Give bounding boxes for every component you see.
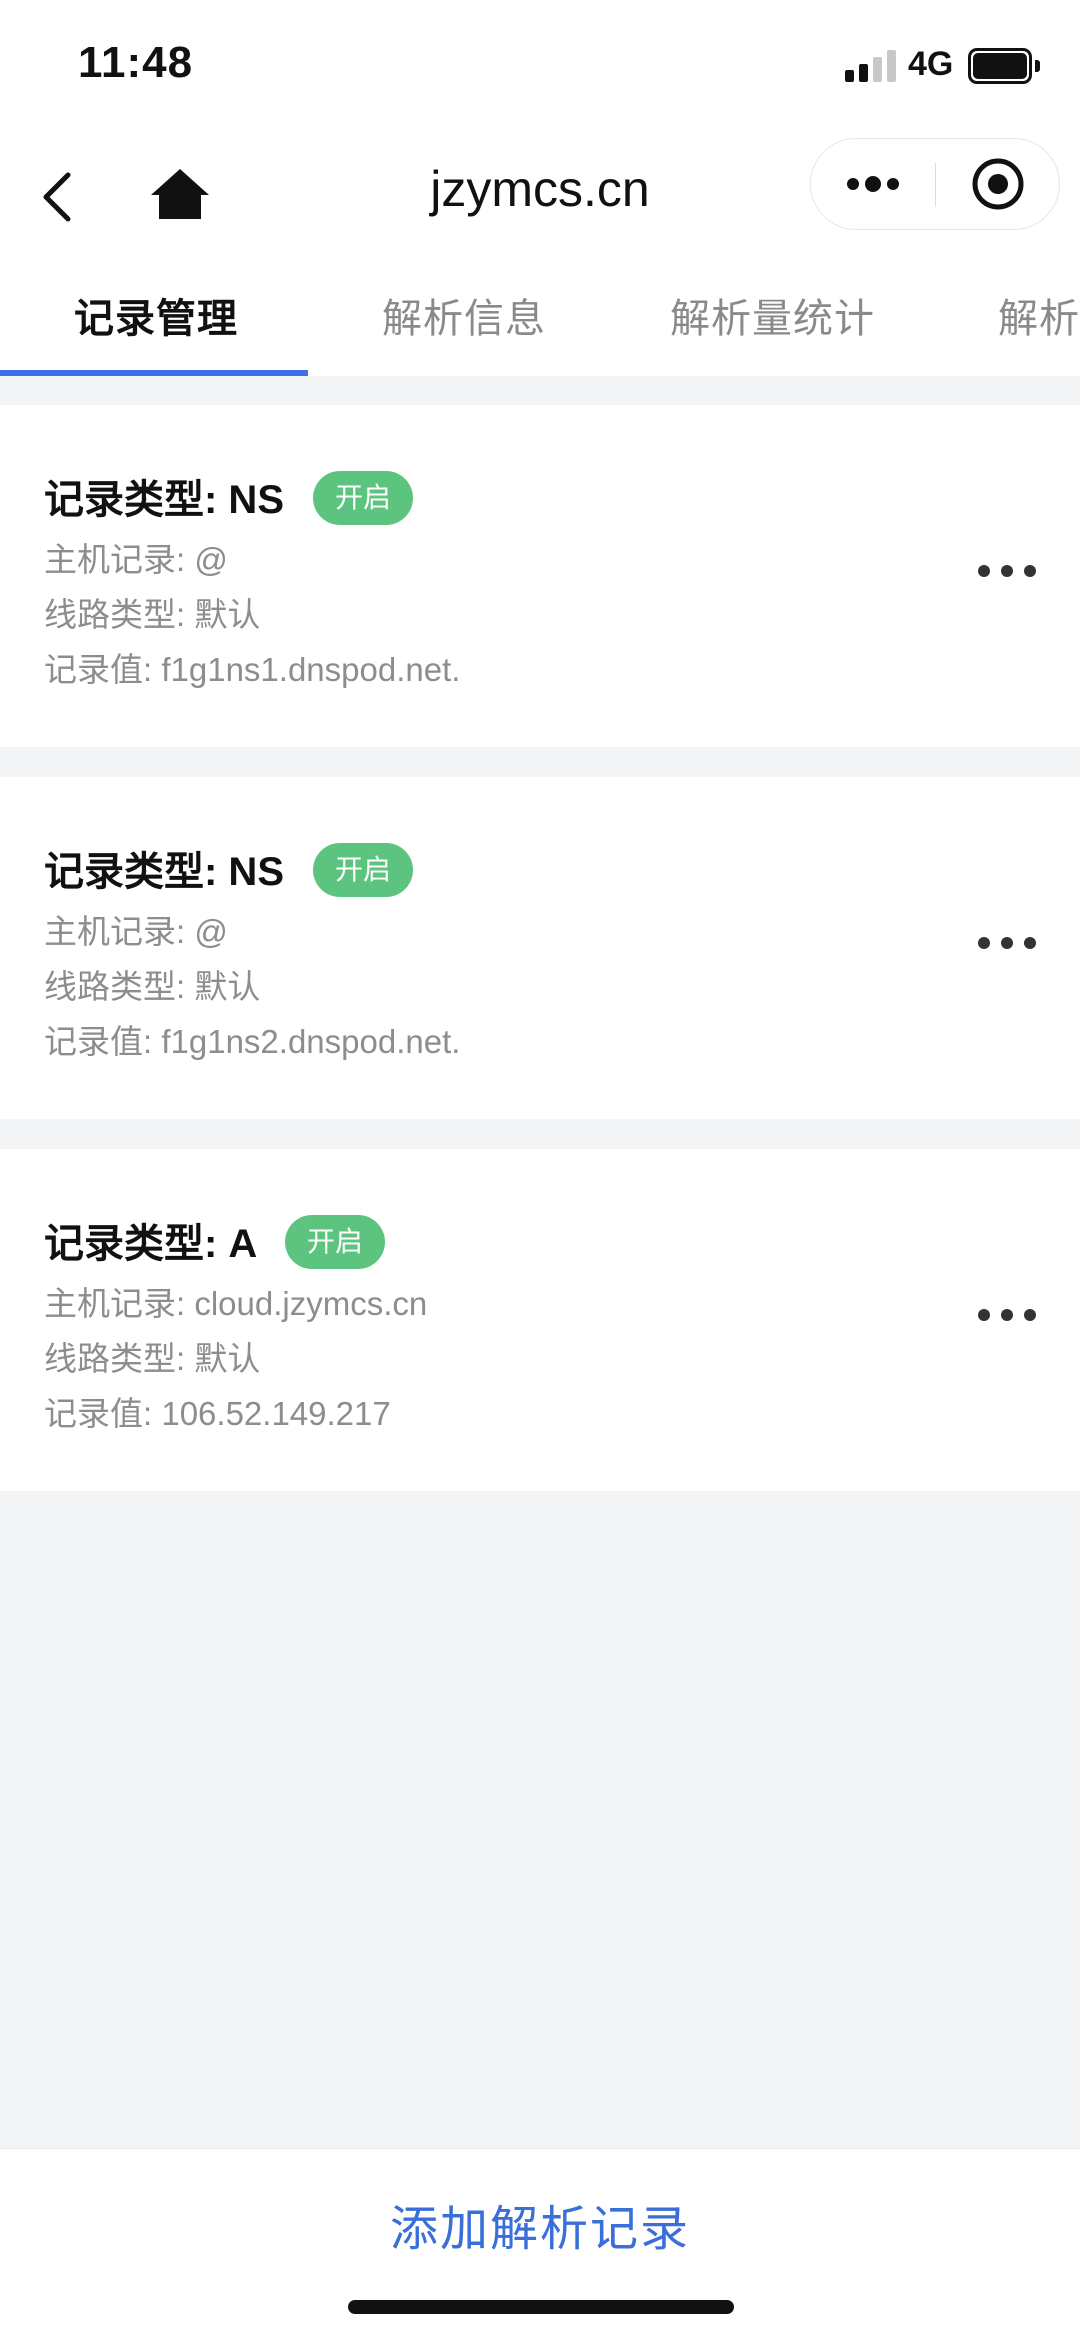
status-bar: 11:48 4G [0, 0, 1080, 130]
home-indicator [348, 2300, 734, 2314]
status-badge: 开启 [285, 1215, 386, 1269]
record-line-type: 线路类型: 默认 [44, 1340, 261, 1377]
status-time: 11:48 [78, 38, 194, 87]
record-more-button[interactable] [972, 923, 1042, 963]
record-host: 主机记录: @ [44, 913, 228, 950]
more-horizontal-icon [978, 565, 1036, 577]
battery-icon [968, 48, 1040, 84]
tab-record-management[interactable]: 记录管理 [74, 286, 238, 344]
more-horizontal-icon [978, 937, 1036, 949]
app-screen: 11:48 4G jzymcs.cn 记录管理 解析信息 解析量统计 解析 记录… [0, 0, 1080, 2339]
status-badge: 开启 [313, 843, 414, 897]
network-type: 4G [908, 45, 954, 83]
record-value: 记录值: 106.52.149.217 [44, 1395, 391, 1432]
tab-bar: 记录管理 解析信息 解析量统计 解析 [0, 260, 1080, 376]
record-card[interactable]: 记录类型: A 开启 主机记录: cloud.jzymcs.cn 线路类型: 默… [0, 1149, 1080, 1491]
add-record-button[interactable]: 添加解析记录 [0, 2189, 1080, 2259]
record-type: 记录类型: NS [44, 478, 284, 522]
record-type: 记录类型: A [44, 1222, 258, 1266]
record-card[interactable]: 记录类型: NS 开启 主机记录: @ 线路类型: 默认 记录值: f1g1ns… [0, 777, 1080, 1119]
tab-resolution-more[interactable]: 解析 [998, 286, 1080, 344]
record-type: 记录类型: NS [44, 850, 284, 894]
active-tab-indicator [0, 370, 308, 376]
record-host: 主机记录: @ [44, 541, 228, 578]
record-line-type: 线路类型: 默认 [44, 596, 261, 633]
tab-resolution-info[interactable]: 解析信息 [382, 286, 546, 344]
capsule-close-button[interactable] [936, 139, 1061, 229]
record-more-button[interactable] [972, 1295, 1042, 1335]
record-card[interactable]: 记录类型: NS 开启 主机记录: @ 线路类型: 默认 记录值: f1g1ns… [0, 405, 1080, 747]
tab-resolution-stats[interactable]: 解析量统计 [670, 286, 875, 344]
more-dots-icon [847, 176, 899, 192]
target-icon [972, 158, 1024, 210]
status-badge: 开启 [313, 471, 414, 525]
record-value: 记录值: f1g1ns1.dnspod.net. [44, 651, 461, 688]
miniprogram-capsule [810, 138, 1060, 230]
record-more-button[interactable] [972, 551, 1042, 591]
nav-bar: jzymcs.cn [0, 130, 1080, 260]
capsule-more-button[interactable] [811, 139, 936, 229]
record-host: 主机记录: cloud.jzymcs.cn [44, 1285, 428, 1322]
signal-icon [845, 50, 897, 82]
record-line-type: 线路类型: 默认 [44, 968, 261, 1005]
more-horizontal-icon [978, 1309, 1036, 1321]
record-value: 记录值: f1g1ns2.dnspod.net. [44, 1023, 461, 1060]
